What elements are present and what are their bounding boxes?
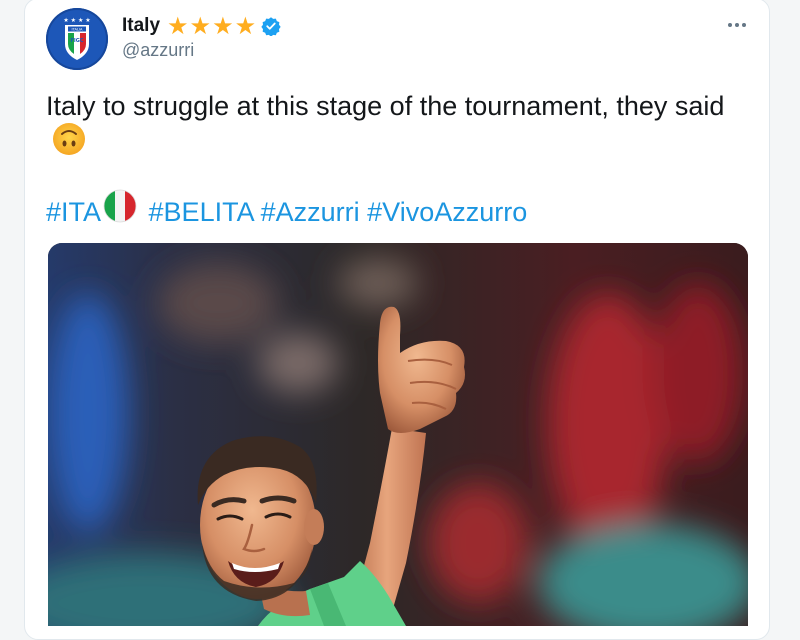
verified-badge-icon [261, 16, 281, 36]
hashtag-link[interactable]: #ITA [46, 197, 101, 227]
hashtag-link[interactable]: #Azzurri [261, 197, 360, 227]
more-options-button[interactable] [722, 14, 752, 36]
more-dot-icon [735, 23, 739, 27]
tweet-text: Italy to struggle at this stage of the t… [46, 88, 746, 169]
star-icon: ★ [234, 12, 257, 40]
avatar[interactable]: ★ ★ ★ ★ ITALIA FIGC [46, 8, 108, 70]
italy-flag-icon [103, 189, 137, 233]
hashtag-link[interactable]: #BELITA [149, 197, 254, 227]
italy-crest-icon: ★ ★ ★ ★ ITALIA FIGC [63, 17, 91, 60]
svg-text:ITALIA: ITALIA [72, 28, 83, 32]
svg-text:★ ★ ★ ★: ★ ★ ★ ★ [63, 17, 90, 24]
tweet-media-photo[interactable] [48, 243, 748, 626]
hashtag-row: #ITA #BELITA #Azzurri #VivoAzzurro [46, 189, 527, 236]
svg-text:FIGC: FIGC [70, 38, 83, 44]
upside-down-face-icon [52, 122, 86, 166]
tweet-body-text: Italy to struggle at this stage of the t… [46, 91, 725, 121]
star-icon: ★ [212, 12, 234, 40]
hashtag-link[interactable]: #VivoAzzurro [367, 197, 527, 227]
star-icon: ★ [167, 12, 189, 40]
author-handle[interactable]: @azzurri [122, 40, 194, 61]
more-dot-icon [728, 23, 732, 27]
display-name[interactable]: Italy [122, 15, 160, 37]
goalkeeper-photo [48, 243, 748, 626]
star-icon: ★ [189, 12, 212, 40]
more-dot-icon [742, 23, 746, 27]
author-name-row[interactable]: Italy ★ ★ ★ ★ [122, 13, 281, 39]
